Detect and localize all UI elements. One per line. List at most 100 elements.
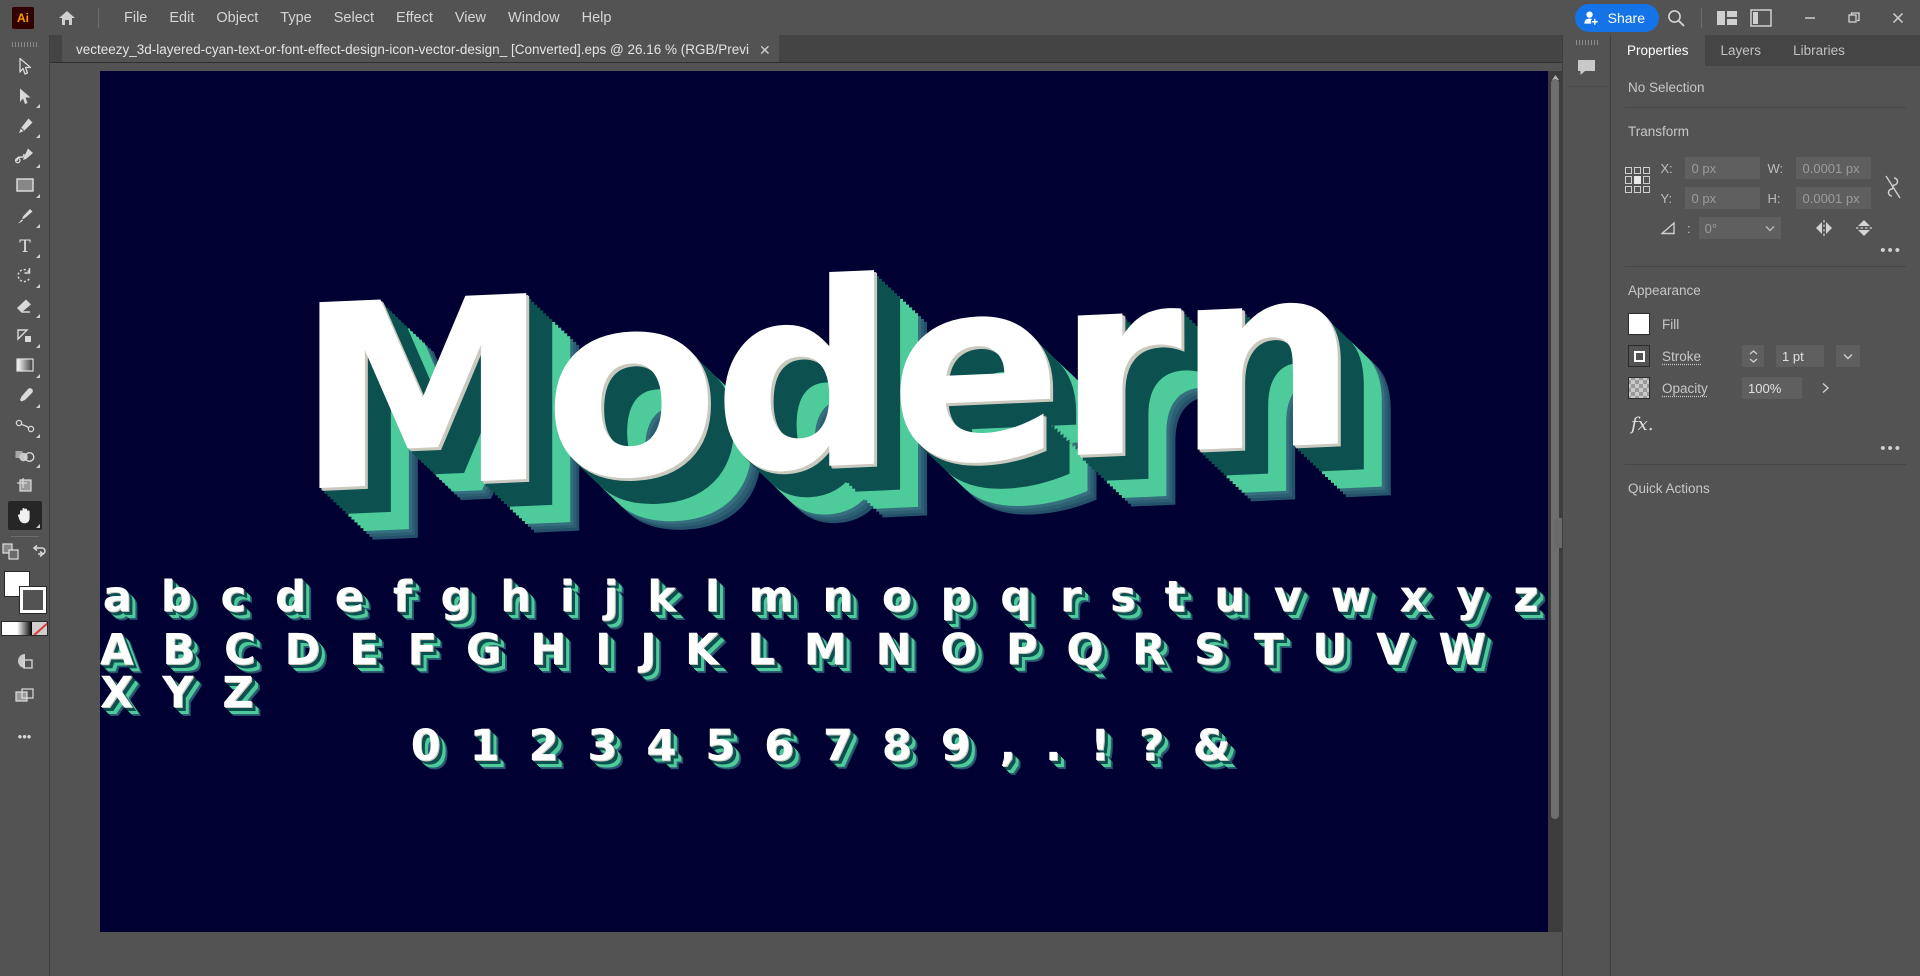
rotation-angle-select[interactable]: 0° bbox=[1698, 217, 1781, 239]
ref-tc[interactable] bbox=[1634, 167, 1642, 175]
rotate-tool[interactable] bbox=[8, 261, 42, 290]
tab-libraries[interactable]: Libraries bbox=[1777, 35, 1861, 66]
opacity-label[interactable]: Opacity bbox=[1662, 381, 1730, 396]
menu-item-help[interactable]: Help bbox=[571, 6, 623, 30]
stroke-color-swatch[interactable] bbox=[1628, 345, 1650, 367]
stroke-label[interactable]: Stroke bbox=[1662, 349, 1730, 364]
more-tools-button[interactable]: ••• bbox=[8, 722, 42, 751]
gradient-swatch-button[interactable] bbox=[17, 622, 32, 635]
rail-grip[interactable] bbox=[1575, 35, 1598, 49]
menu-item-view[interactable]: View bbox=[444, 6, 497, 30]
fill-color-swatch[interactable] bbox=[1628, 313, 1650, 335]
shape-builder-tool[interactable] bbox=[8, 441, 42, 470]
panel-collapse-handle[interactable] bbox=[1554, 518, 1562, 548]
menu-item-edit[interactable]: Edit bbox=[158, 6, 205, 30]
reset-fill-stroke-icon[interactable] bbox=[31, 543, 49, 564]
ref-mc[interactable] bbox=[1634, 176, 1642, 184]
tool-flyout-indicator bbox=[35, 224, 40, 228]
opacity-input[interactable]: 100% bbox=[1742, 377, 1802, 399]
tool-flyout-indicator bbox=[35, 464, 40, 468]
artboard[interactable]: Modern a b c d e f g h i j k l m n o p q… bbox=[100, 71, 1548, 932]
restore-button[interactable] bbox=[1832, 1, 1876, 35]
stroke-swatch[interactable] bbox=[18, 586, 47, 614]
scale-tool[interactable] bbox=[8, 321, 42, 350]
tab-layers[interactable]: Layers bbox=[1705, 35, 1778, 66]
menu-item-object[interactable]: Object bbox=[205, 6, 269, 30]
canvas-vertical-scrollbar[interactable] bbox=[1548, 71, 1562, 932]
transform-section-title: Transform bbox=[1628, 124, 1690, 139]
tool-flyout-indicator bbox=[35, 374, 40, 378]
fill-stroke-swatches[interactable] bbox=[3, 571, 47, 614]
appearance-more-button[interactable]: ••• bbox=[1880, 441, 1902, 456]
close-icon[interactable]: ✕ bbox=[759, 43, 771, 57]
rotation-controls: : 0° bbox=[1625, 215, 1906, 239]
draw-normal-icon[interactable] bbox=[8, 646, 42, 675]
flip-vertical-icon[interactable] bbox=[1851, 217, 1877, 239]
rectangle-tool[interactable] bbox=[8, 171, 42, 200]
menu-item-effect[interactable]: Effect bbox=[385, 6, 444, 30]
height-input[interactable]: 0.0001 px bbox=[1795, 187, 1871, 209]
ref-tl[interactable] bbox=[1625, 167, 1633, 175]
menu-item-file[interactable]: File bbox=[113, 6, 158, 30]
ref-bc[interactable] bbox=[1634, 185, 1642, 193]
gradient-tool[interactable] bbox=[8, 351, 42, 380]
unlink-proportions-icon[interactable] bbox=[1881, 163, 1907, 211]
opacity-options-icon[interactable] bbox=[1814, 377, 1836, 399]
width-input[interactable]: 0.0001 px bbox=[1795, 157, 1871, 179]
menu-item-type[interactable]: Type bbox=[269, 6, 322, 30]
stroke-weight-input[interactable]: 1 pt bbox=[1776, 345, 1824, 367]
artwork-headline: Modern bbox=[296, 206, 1352, 551]
direct-selection-tool[interactable] bbox=[8, 81, 42, 110]
ref-tr[interactable] bbox=[1643, 167, 1651, 175]
paintbrush-tool[interactable] bbox=[8, 201, 42, 230]
search-icon[interactable] bbox=[1659, 1, 1693, 35]
close-button[interactable] bbox=[1876, 1, 1920, 35]
home-icon[interactable] bbox=[54, 5, 80, 31]
toolbar-grip[interactable] bbox=[0, 37, 49, 51]
ref-bl[interactable] bbox=[1625, 185, 1633, 193]
tool-flyout-indicator bbox=[35, 314, 40, 318]
comments-icon[interactable] bbox=[1566, 49, 1607, 87]
stroke-weight-dropdown[interactable] bbox=[1836, 345, 1860, 367]
selection-tool[interactable] bbox=[8, 51, 42, 80]
specimen-uppercase: A B C D E F G H I J K L M N O P Q R S T … bbox=[100, 625, 1493, 718]
eraser-tool[interactable] bbox=[8, 291, 42, 320]
y-input[interactable]: 0 px bbox=[1684, 187, 1760, 209]
stroke-weight-stepper[interactable] bbox=[1742, 345, 1764, 367]
curvature-tool[interactable] bbox=[8, 141, 42, 170]
swap-fill-stroke-icon[interactable] bbox=[1, 542, 21, 565]
artboard-tool[interactable] bbox=[8, 471, 42, 500]
scrollbar-thumb[interactable] bbox=[1551, 79, 1559, 820]
panel-toggle-icon[interactable] bbox=[1744, 1, 1778, 35]
menu-item-select[interactable]: Select bbox=[323, 6, 385, 30]
transform-more-button[interactable]: ••• bbox=[1880, 243, 1902, 258]
arrange-documents-icon[interactable] bbox=[1710, 1, 1744, 35]
eyedropper-tool[interactable] bbox=[8, 381, 42, 410]
reference-point-selector[interactable] bbox=[1625, 167, 1651, 193]
screen-mode-icon[interactable] bbox=[8, 682, 42, 711]
pen-tool[interactable] bbox=[8, 111, 42, 140]
x-input[interactable]: 0 px bbox=[1684, 157, 1760, 179]
minimize-button[interactable] bbox=[1788, 1, 1832, 35]
selection-status: No Selection bbox=[1628, 80, 1705, 95]
ref-mr[interactable] bbox=[1643, 176, 1651, 184]
share-button[interactable]: Share bbox=[1574, 3, 1659, 32]
hand-tool[interactable] bbox=[7, 501, 42, 530]
type-tool[interactable]: T bbox=[8, 231, 42, 260]
ref-ml[interactable] bbox=[1625, 176, 1633, 184]
share-person-icon bbox=[1581, 8, 1601, 28]
fill-row: Fill bbox=[1625, 308, 1906, 340]
flip-horizontal-icon[interactable] bbox=[1811, 217, 1837, 239]
tool-flyout-indicator bbox=[35, 284, 40, 288]
appearance-section-title: Appearance bbox=[1628, 283, 1701, 298]
blend-tool[interactable] bbox=[8, 411, 42, 440]
document-tab[interactable]: vecteezy_3d-layered-cyan-text-or-font-ef… bbox=[62, 35, 779, 62]
fx-button[interactable]: fx. bbox=[1631, 414, 1654, 435]
none-swatch-button[interactable] bbox=[32, 622, 47, 635]
divider bbox=[1625, 464, 1906, 465]
menu-item-window[interactable]: Window bbox=[497, 6, 571, 30]
color-swatch-button[interactable] bbox=[2, 622, 17, 635]
opacity-swatch[interactable] bbox=[1628, 377, 1650, 399]
tab-properties[interactable]: Properties bbox=[1611, 35, 1705, 66]
ref-br[interactable] bbox=[1643, 185, 1651, 193]
